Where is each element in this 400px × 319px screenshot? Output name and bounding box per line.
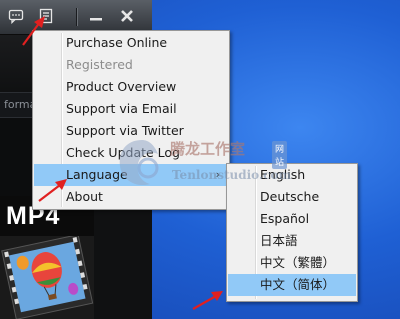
menu-item-label: Deutsche <box>260 189 320 204</box>
menu-item-support-twitter[interactable]: Support via Twitter <box>34 120 228 142</box>
language-submenu: English Deutsche Español 日本語 中文（繁體） 中文（简… <box>226 163 358 302</box>
menu-item-label: Product Overview <box>66 79 177 94</box>
language-item-japanese[interactable]: 日本語 <box>228 230 356 252</box>
menu-item-label: Support via Email <box>66 101 177 116</box>
mp4-format-tile[interactable]: MP4 <box>0 196 94 319</box>
menu-item-label: English <box>260 167 306 182</box>
language-item-espanol[interactable]: Español <box>228 208 356 230</box>
menu-item-label: 中文（简体） <box>260 277 336 292</box>
menu-item-about[interactable]: About <box>34 186 228 208</box>
chat-icon[interactable] <box>8 8 24 24</box>
menu-item-registered: Registered <box>34 54 228 76</box>
menu-item-label: Español <box>260 211 310 226</box>
menu-item-label: About <box>66 189 103 204</box>
menu-item-label: 日本語 <box>260 233 298 248</box>
menu-item-check-update-log[interactable]: Check Update Log <box>34 142 228 164</box>
menu-item-label: Check Update Log <box>66 145 180 160</box>
main-context-menu: Purchase Online Registered Product Overv… <box>32 30 230 210</box>
menu-item-label: Support via Twitter <box>66 123 184 138</box>
language-item-chinese-traditional[interactable]: 中文（繁體） <box>228 252 356 274</box>
menu-item-product-overview[interactable]: Product Overview <box>34 76 228 98</box>
menu-item-label: Purchase Online <box>66 35 168 50</box>
menu-icon[interactable] <box>38 8 54 24</box>
menu-item-purchase-online[interactable]: Purchase Online <box>34 32 228 54</box>
close-icon[interactable] <box>119 8 135 24</box>
menu-item-label: Registered <box>66 57 133 72</box>
language-item-chinese-simplified[interactable]: 中文（简体） <box>228 274 356 296</box>
minimize-icon[interactable] <box>88 8 104 24</box>
submenu-arrow-icon: › <box>215 168 220 181</box>
titlebar-separator <box>76 8 78 26</box>
language-item-deutsche[interactable]: Deutsche <box>228 186 356 208</box>
menu-item-label: Language <box>66 167 128 182</box>
language-item-english[interactable]: English <box>228 164 356 186</box>
film-balloon-image <box>0 236 94 319</box>
menu-item-support-email[interactable]: Support via Email <box>34 98 228 120</box>
menu-item-language[interactable]: Language › <box>34 164 228 186</box>
menu-item-label: 中文（繁體） <box>260 255 336 270</box>
